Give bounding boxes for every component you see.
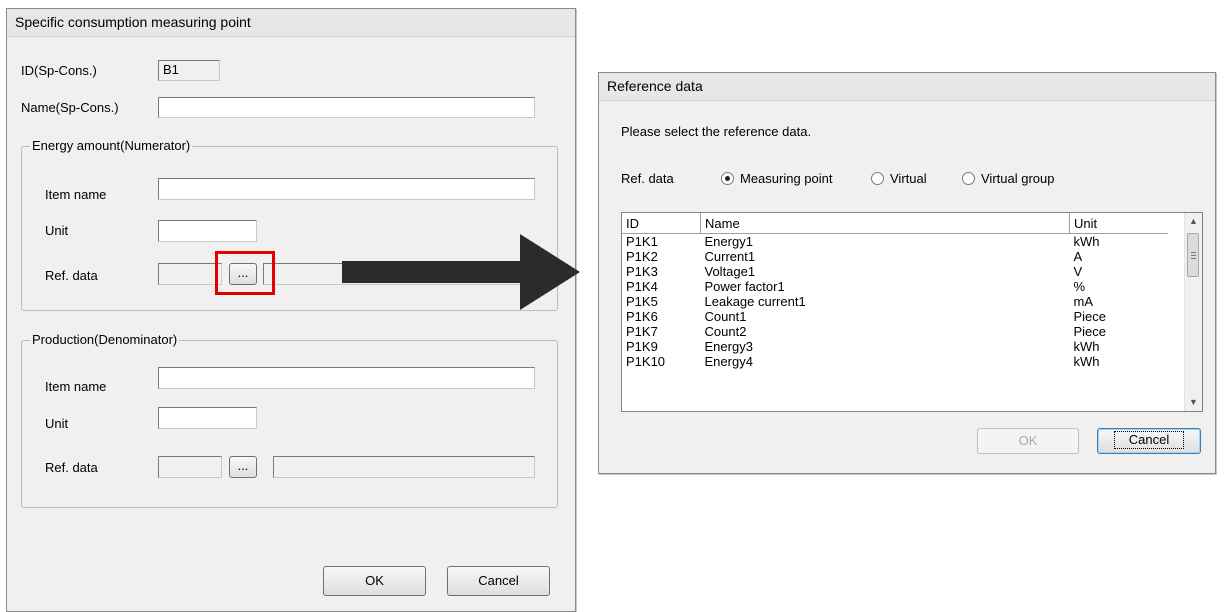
numerator-ref-id-field [158,263,222,285]
cell-name: Voltage1 [704,264,756,279]
list-item[interactable]: P1K2 Current1 A [622,249,1168,264]
numerator-ref-label: Ref. data [45,268,98,283]
denominator-ref-id-field [158,456,222,478]
specific-consumption-dialog: Specific consumption measuring point ID(… [6,8,576,612]
numerator-item-name-field[interactable] [158,178,535,200]
denominator-unit-label: Unit [45,416,69,431]
flow-arrow-icon [342,234,580,310]
reference-ok-button[interactable]: OK [977,428,1079,454]
cell-unit: kWh [1073,354,1100,369]
scroll-thumb[interactable] [1187,233,1199,277]
list-item[interactable]: P1K4 Power factor1% [622,279,1168,294]
cell-id: P1K1 [626,234,658,249]
denominator-legend: Production(Denominator) [30,332,180,347]
reference-data-dialog: Reference data Please select the referen… [598,72,1216,474]
reference-table: ID Name Unit P1K1 Energy1 kWh P1K2 Current1 A… [622,213,1168,369]
cell-id: P1K9 [626,339,658,354]
list-item[interactable]: P1K9 Energy3 kWh [622,339,1168,354]
radio-measuring-point[interactable]: Measuring point [721,171,833,186]
radio-virtual-group[interactable]: Virtual group [962,171,1054,186]
cell-unit: A [1073,249,1083,264]
scroll-down-icon[interactable]: ▼ [1185,394,1202,411]
reference-dialog-title: Reference data [599,73,1215,101]
list-item[interactable]: P1K3 Voltage1 V [622,264,1168,279]
reference-list[interactable]: ID Name Unit P1K1 Energy1 kWh P1K2 Current1 A… [621,212,1203,412]
list-item[interactable]: P1K5 Leakage current1 mA [622,294,1168,309]
denominator-ref-label: Ref. data [45,460,98,475]
radio-virtual-group-indicator[interactable] [962,172,975,185]
denominator-browse-button[interactable]: ... [229,456,257,478]
list-scrollbar[interactable]: ▲ ▼ [1184,213,1202,411]
cell-name: Energy4 [704,354,753,369]
name-label: Name(Sp-Cons.) [21,100,119,115]
cell-unit: mA [1073,294,1094,309]
cell-id: P1K4 [626,279,658,294]
cell-name: Count1 [704,309,747,324]
list-item[interactable]: P1K7 Count2 Piece [622,324,1168,339]
numerator-unit-field[interactable] [158,220,257,242]
list-item[interactable]: P1K1 Energy1 kWh [622,234,1168,250]
cell-name: Power factor1 [704,279,785,294]
ref-type-label: Ref. data [621,171,674,186]
cell-name: Count2 [704,324,747,339]
cell-id: P1K7 [626,324,658,339]
cell-unit: V [1073,264,1083,279]
cell-unit: Piece [1073,309,1107,324]
denominator-item-name-field[interactable] [158,367,535,389]
radio-virtual[interactable]: Virtual [871,171,927,186]
cell-name: Current1 [704,249,756,264]
radio-measuring-point-label: Measuring point [740,171,833,186]
cell-unit: kWh [1073,234,1100,249]
column-header-id[interactable]: ID [622,213,701,234]
numerator-unit-label: Unit [45,223,69,238]
id-label: ID(Sp-Cons.) [21,63,97,78]
denominator-unit-field[interactable] [158,407,257,429]
radio-measuring-point-indicator[interactable] [721,172,734,185]
reference-cancel-label: Cancel [1113,431,1185,449]
cancel-button[interactable]: Cancel [447,566,550,596]
cell-unit: % [1073,279,1086,294]
cell-unit: Piece [1073,324,1107,339]
numerator-item-name-label: Item name [45,187,107,202]
highlight-box [215,251,275,295]
scroll-up-icon[interactable]: ▲ [1185,213,1202,230]
radio-virtual-indicator[interactable] [871,172,884,185]
column-header-unit[interactable]: Unit [1069,213,1168,234]
id-field: B1 [158,60,220,81]
list-item[interactable]: P1K6 Count1 Piece [622,309,1168,324]
cell-name: Energy3 [704,339,753,354]
cell-id: P1K2 [626,249,658,264]
cell-name: Leakage current1 [704,294,806,309]
cell-id: P1K3 [626,264,658,279]
list-header: ID Name Unit [622,213,1168,234]
cell-id: P1K5 [626,294,658,309]
cell-id: P1K10 [626,354,666,369]
list-item[interactable]: P1K10 Energy4 kWh [622,354,1168,369]
denominator-group: Production(Denominator) [21,332,558,508]
dialog-title: Specific consumption measuring point [7,9,575,37]
denominator-ref-name-field [273,456,535,478]
cell-id: P1K6 [626,309,658,324]
reference-prompt: Please select the reference data. [621,124,812,139]
denominator-item-name-label: Item name [45,379,107,394]
numerator-legend: Energy amount(Numerator) [30,138,193,153]
cell-name: Energy1 [704,234,753,249]
reference-cancel-button[interactable]: Cancel [1097,428,1201,454]
name-field[interactable] [158,97,535,118]
radio-virtual-group-label: Virtual group [981,171,1055,186]
cell-unit: kWh [1073,339,1100,354]
ok-button[interactable]: OK [323,566,426,596]
radio-virtual-label: Virtual [890,171,927,186]
column-header-name[interactable]: Name [700,213,1070,234]
